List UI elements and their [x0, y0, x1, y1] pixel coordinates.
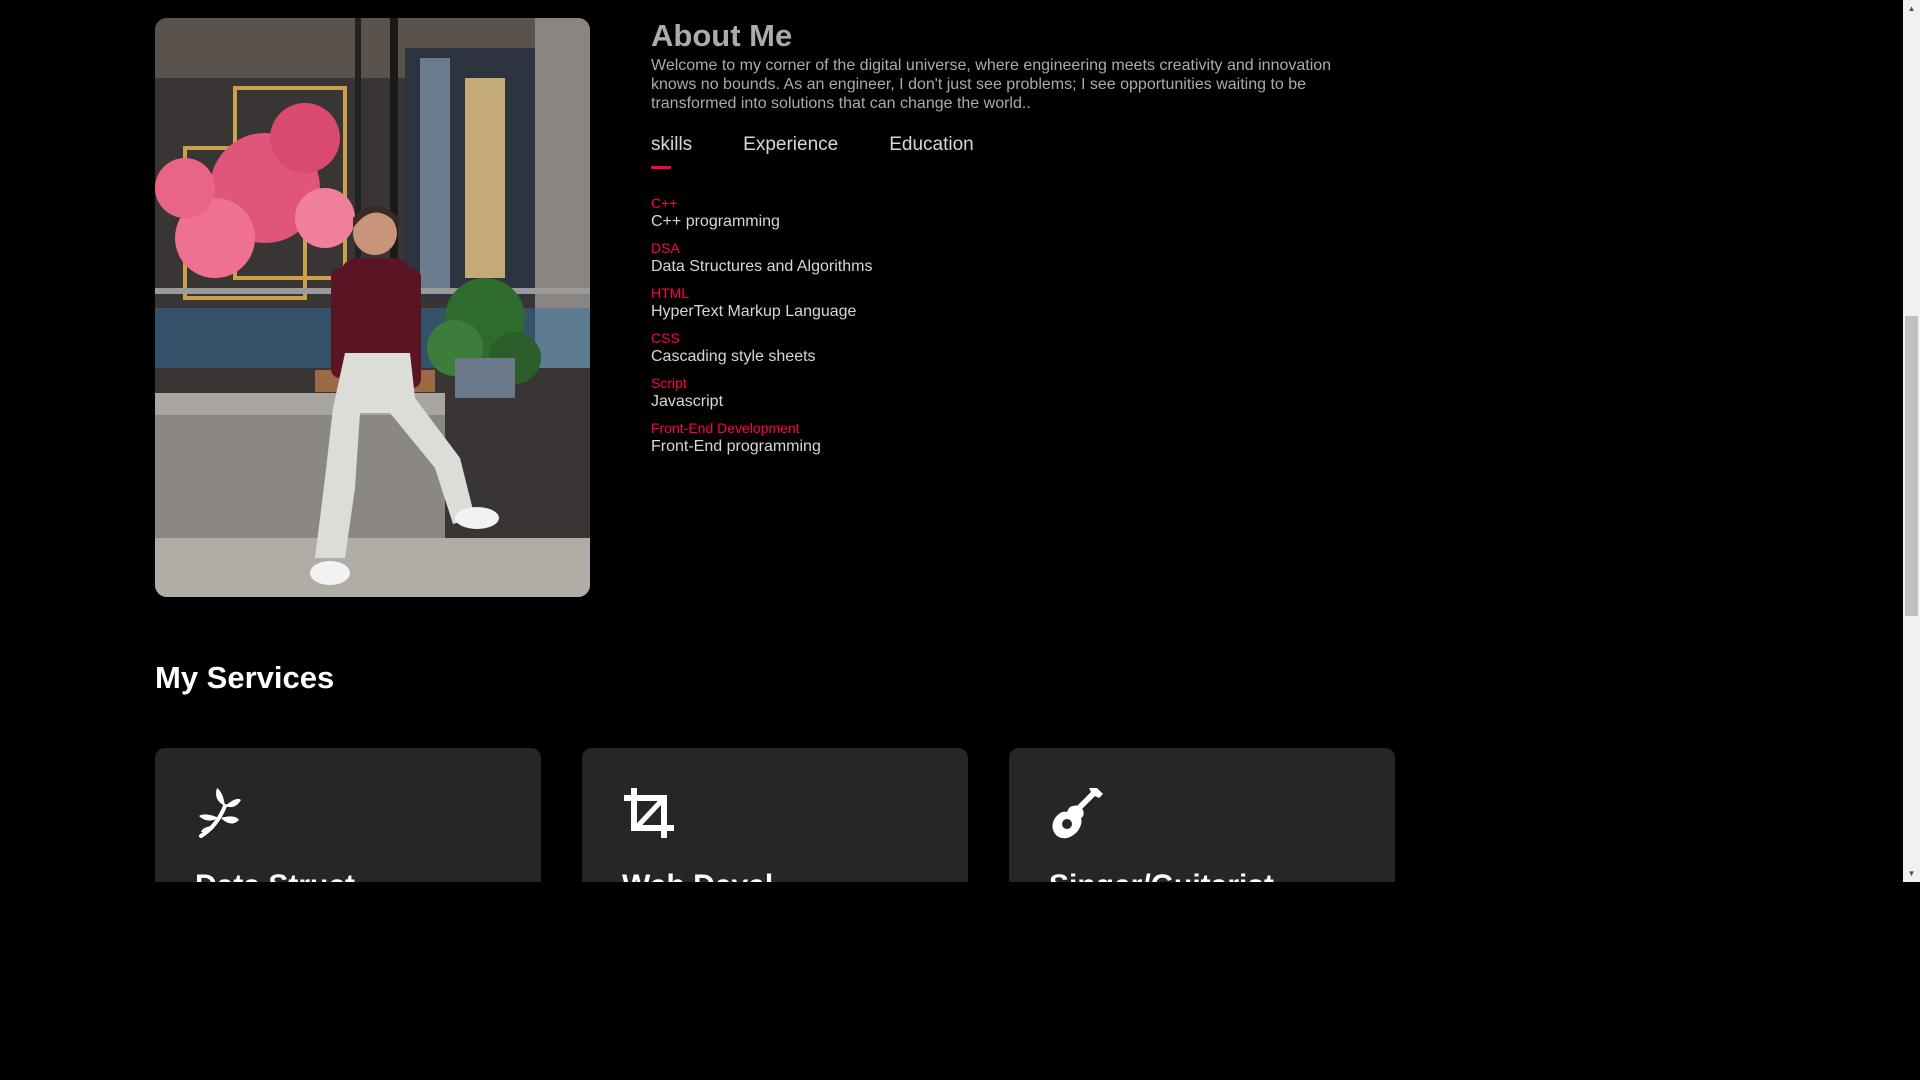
skill-name: CSS [651, 330, 680, 346]
service-card-data-structures[interactable]: Data Struct... [155, 748, 541, 882]
leaf-icon [199, 788, 241, 838]
service-card-web-development[interactable]: Web Devel... [582, 748, 968, 882]
about-title: About Me [651, 18, 793, 53]
list-item: C++ C++ programming [651, 195, 1371, 231]
about-tabs: skills Experience Education [651, 133, 1371, 173]
skills-list: C++ C++ programming DSA Data Structures … [651, 195, 1371, 456]
skill-description: Data Structures and Algorithms [651, 258, 873, 275]
list-item: DSA Data Structures and Algorithms [651, 240, 1371, 276]
list-item: Script Javascript [651, 375, 1371, 411]
list-item: HTML HyperText Markup Language [651, 285, 1371, 321]
skill-description: Javascript [651, 393, 724, 410]
skill-name: C++ [651, 195, 678, 211]
services-title: My Services [155, 660, 335, 695]
profile-photo [155, 18, 590, 597]
list-item: Front-End Development Front-End programm… [651, 420, 1371, 456]
crop-icon [624, 788, 674, 838]
profile-photo-illustration [155, 18, 590, 597]
skill-description: HyperText Markup Language [651, 303, 857, 320]
page: About Me Welcome to my corner of the dig… [0, 0, 1551, 882]
scroll-up-arrow[interactable]: ▲ [1903, 0, 1920, 17]
about-section: About Me Welcome to my corner of the dig… [651, 18, 1371, 465]
skill-description: C++ programming [651, 213, 780, 230]
service-card-singer-guitarist[interactable]: Singer/Guitarist [1009, 748, 1395, 882]
skill-name: Front-End Development [651, 420, 800, 436]
scroll-down-arrow[interactable]: ▼ [1903, 865, 1920, 882]
service-card-title: Web Devel... [622, 868, 798, 882]
about-description: Welcome to my corner of the digital univ… [651, 57, 1332, 112]
skill-description: Front-End programming [651, 438, 821, 455]
guitar-icon [1052, 788, 1103, 839]
scroll-thumb[interactable] [1905, 316, 1918, 616]
tab-education[interactable]: Education [889, 133, 974, 173]
skill-name: Script [651, 375, 687, 391]
skill-name: HTML [651, 285, 690, 301]
tab-experience[interactable]: Experience [743, 133, 838, 173]
tab-skills[interactable]: skills [651, 133, 692, 173]
service-card-title: Singer/Guitarist [1049, 868, 1274, 882]
skill-name: DSA [651, 240, 680, 256]
vertical-scrollbar[interactable]: ▲ ▼ [1903, 0, 1920, 882]
list-item: CSS Cascading style sheets [651, 330, 1371, 366]
service-card-title: Data Struct... [195, 868, 380, 882]
skill-description: Cascading style sheets [651, 348, 816, 365]
